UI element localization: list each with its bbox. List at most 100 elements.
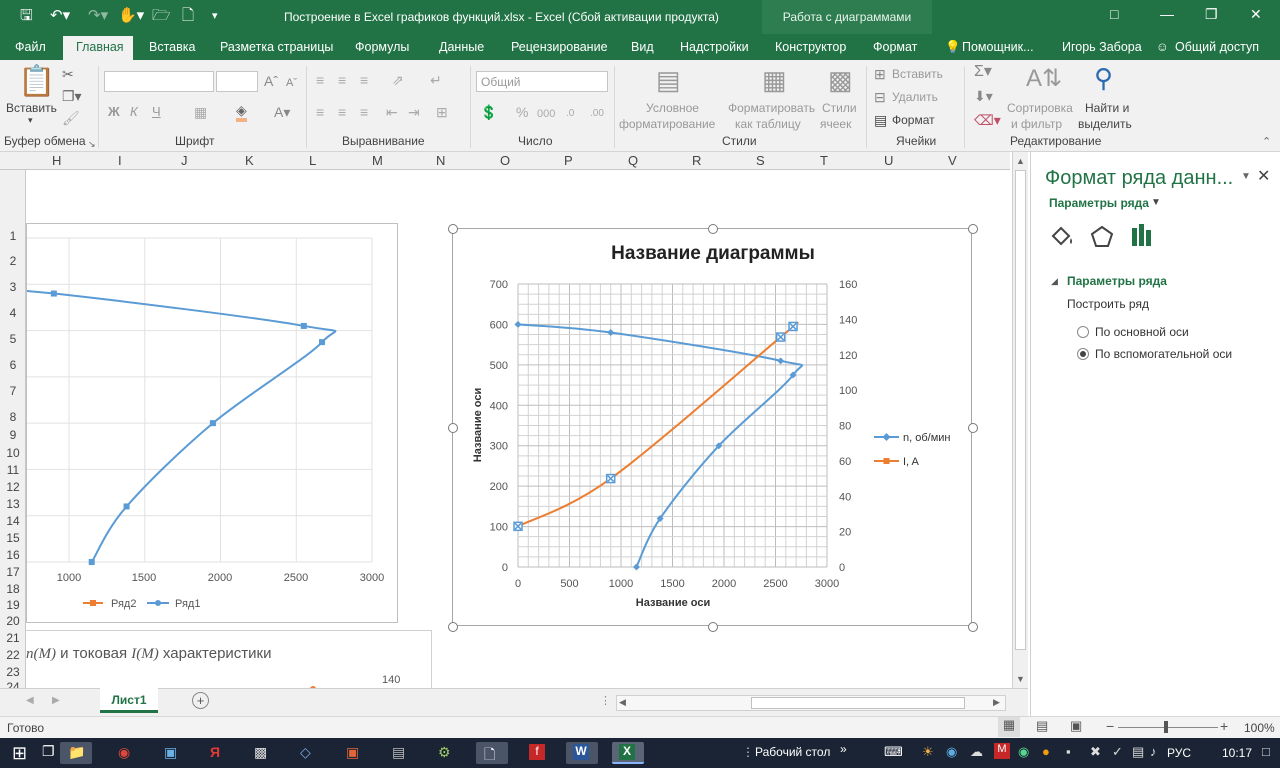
zoom-slider-thumb[interactable] (1164, 721, 1168, 733)
taskbar-word[interactable]: W (566, 742, 598, 764)
scroll-up-icon[interactable]: ▲ (1016, 156, 1025, 166)
open-icon[interactable]: 🗁 (152, 7, 171, 25)
insert-cells-button[interactable]: Вставить (892, 67, 943, 81)
column-header[interactable]: U (884, 153, 893, 168)
row-header[interactable]: 20 (0, 614, 26, 628)
paste-dropdown-icon[interactable]: ▾ (28, 115, 33, 126)
taskbar-chrome[interactable]: ◉ (110, 742, 142, 764)
font-grow-icon[interactable]: Aˆ (264, 73, 278, 89)
language-indicator[interactable]: РУС (1167, 746, 1191, 760)
row-header[interactable]: 9 (0, 428, 26, 442)
keyboard-icon[interactable]: ⌨ (884, 744, 903, 760)
legend-entry-n[interactable]: n, об/мин (903, 432, 951, 444)
chevron-down-icon[interactable]: ▼ (1151, 197, 1161, 208)
h-scroll-thumb[interactable] (751, 697, 965, 709)
row-header[interactable]: 15 (0, 531, 26, 545)
resize-handle[interactable] (448, 423, 458, 433)
customize-qat-icon[interactable]: ▾ (212, 7, 218, 25)
collapse-section-icon[interactable]: ◢ (1051, 276, 1058, 287)
sort-filter-button[interactable]: Сортировка (1007, 101, 1073, 115)
page-break-view-icon[interactable]: ▣ (1070, 718, 1082, 734)
scroll-right-icon[interactable]: ▶ (993, 697, 1000, 708)
column-header[interactable]: S (756, 153, 765, 168)
find-select-label[interactable]: выделить (1078, 117, 1132, 131)
copy-icon[interactable]: ❐▾ (62, 88, 82, 104)
page-layout-view-icon[interactable]: ▤ (1036, 718, 1048, 734)
restore-icon[interactable]: ❐ (1205, 6, 1218, 23)
row-header[interactable]: 3 (0, 280, 26, 294)
merge-center-icon[interactable]: ⊞ (436, 104, 448, 120)
row-header[interactable]: 21 (0, 631, 26, 645)
zoom-out-icon[interactable]: − (1106, 718, 1114, 734)
sort-filter-label[interactable]: и фильтр (1011, 117, 1062, 131)
scroll-down-icon[interactable]: ▼ (1016, 674, 1025, 684)
tell-me-box[interactable]: Помощник... (962, 40, 1034, 54)
find-select-icon[interactable]: ⚲ (1094, 64, 1113, 92)
sheet-tab-active[interactable]: Лист1 (100, 688, 158, 713)
align-middle-icon[interactable]: ≡ (338, 72, 346, 88)
row-header[interactable]: 11 (0, 463, 26, 477)
tray-app-icon[interactable]: ◉ (946, 744, 957, 760)
column-header[interactable]: T (820, 153, 828, 168)
clipboard-launcher-icon[interactable]: ↘ (88, 136, 96, 152)
series-options-dropdown[interactable]: Параметры ряда (1049, 196, 1149, 210)
increase-indent-icon[interactable]: ⇥ (408, 104, 420, 120)
row-header[interactable]: 14 (0, 514, 26, 528)
windows-start-icon[interactable]: ⊞ (12, 743, 27, 764)
delete-cells-button[interactable]: Удалить (892, 90, 938, 104)
tab-format[interactable]: Формат (873, 40, 917, 54)
increase-decimal-icon[interactable]: .0 (566, 106, 574, 122)
tray-app-icon[interactable]: ✓ (1112, 744, 1123, 760)
tab-formulas[interactable]: Формулы (355, 40, 409, 54)
taskbar-yandex[interactable]: Я (200, 742, 232, 764)
collapse-ribbon-icon[interactable]: ⌃ (1262, 134, 1271, 150)
delete-cells-icon[interactable]: ⊟ (874, 89, 886, 105)
tray-app-icon[interactable]: ● (1042, 744, 1050, 759)
taskbar-notepad[interactable]: 🗋 (476, 742, 508, 764)
taskbar-app[interactable]: ▩ (246, 742, 278, 764)
main-chart[interactable]: Название диаграммы 0 500 1000 1500 2000 2500 3… (448, 224, 978, 632)
close-icon[interactable]: ✕ (1250, 6, 1262, 23)
format-as-table-label[interactable]: как таблицу (735, 117, 801, 131)
clear-icon[interactable]: ⌫▾ (974, 112, 1001, 128)
decrease-decimal-icon[interactable]: .00 (590, 106, 604, 122)
row-header[interactable]: 4 (0, 306, 26, 320)
font-shrink-icon[interactable]: Aˇ (286, 75, 297, 91)
taskbar-app[interactable]: ◇ (292, 742, 324, 764)
taskbar-flash[interactable]: f (522, 742, 554, 764)
orientation-icon[interactable]: ⇗ (392, 72, 404, 88)
section-series-options[interactable]: Параметры ряда (1067, 274, 1167, 288)
row-header[interactable]: 22 (0, 648, 26, 662)
radio-secondary-axis-label[interactable]: По вспомогательной оси (1095, 347, 1232, 361)
undo-icon[interactable]: ↶▾ (50, 7, 70, 25)
fill-color-icon[interactable]: ◈ (236, 102, 247, 122)
underline-button[interactable]: Ч (152, 104, 161, 119)
tab-file[interactable]: Файл (15, 40, 46, 54)
column-header[interactable]: O (500, 153, 510, 168)
cell-styles-icon[interactable]: ▩ (828, 66, 853, 94)
decrease-indent-icon[interactable]: ⇤ (386, 104, 398, 120)
align-right-icon[interactable]: ≡ (360, 104, 368, 120)
taskbar-explorer[interactable]: 📁 (60, 742, 92, 764)
tab-review[interactable]: Рецензирование (511, 40, 608, 54)
toolbar-chevron-icon[interactable]: » (840, 742, 847, 756)
cell-styles-button[interactable]: Стили (822, 101, 857, 115)
row-header[interactable]: 13 (0, 497, 26, 511)
zoom-slider[interactable] (1118, 727, 1218, 728)
network-icon[interactable]: ▤ (1132, 744, 1144, 760)
format-cells-button[interactable]: Формат (892, 113, 935, 127)
column-header[interactable]: I (118, 153, 122, 168)
taskbar-calculator[interactable]: ▤ (384, 742, 416, 764)
row-header[interactable]: 8 (0, 410, 26, 424)
tray-app-icon[interactable]: ◉ (1018, 744, 1029, 760)
series-options-icon[interactable] (1129, 222, 1155, 250)
insert-cells-icon[interactable]: ⊞ (874, 66, 886, 82)
resize-handle[interactable] (448, 224, 458, 234)
conditional-formatting-label[interactable]: форматирование (619, 117, 715, 131)
currency-icon[interactable]: 💲 (480, 104, 497, 120)
resize-handle[interactable] (708, 224, 718, 234)
row-header[interactable]: 19 (0, 598, 26, 612)
format-as-table-button[interactable]: Форматировать (728, 101, 815, 115)
volume-icon[interactable]: ♪ (1150, 744, 1157, 759)
resize-handle[interactable] (448, 622, 458, 632)
